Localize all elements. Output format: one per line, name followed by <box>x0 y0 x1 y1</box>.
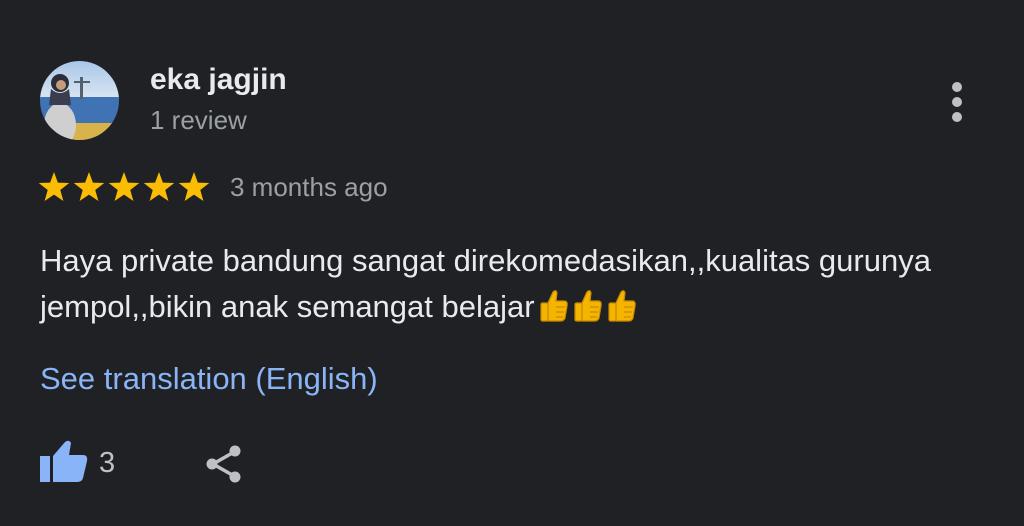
avatar[interactable] <box>40 61 119 140</box>
star-icon <box>73 172 105 201</box>
thumb-up-icon <box>40 440 88 482</box>
share-button[interactable] <box>200 440 248 488</box>
thumbs-up-icon <box>539 289 569 323</box>
share-icon <box>206 445 241 483</box>
reviewer-name[interactable]: eka jagjin <box>150 60 287 100</box>
star-icon <box>38 172 70 201</box>
like-button[interactable] <box>38 438 90 486</box>
review-text-block: Haya private bandung sangat direkomedasi… <box>40 238 960 330</box>
like-count: 3 <box>99 447 116 479</box>
more-options-icon[interactable] <box>940 80 974 124</box>
review-time: 3 months ago <box>230 172 388 202</box>
star-icon <box>178 172 210 201</box>
star-icon <box>143 172 175 201</box>
thumbs-up-icon <box>573 289 603 323</box>
star-rating <box>38 170 214 204</box>
reviewer-review-count: 1 review <box>150 105 247 135</box>
review-card: eka jagjin 1 review 3 months ago Haya pr… <box>0 0 1024 526</box>
thumbs-up-icon <box>607 289 637 323</box>
review-text: Haya private bandung sangat direkomedasi… <box>40 243 931 324</box>
star-icon <box>108 172 140 201</box>
see-translation-link[interactable]: See translation (English) <box>40 358 378 400</box>
thumbs-up-emojis <box>535 289 637 324</box>
